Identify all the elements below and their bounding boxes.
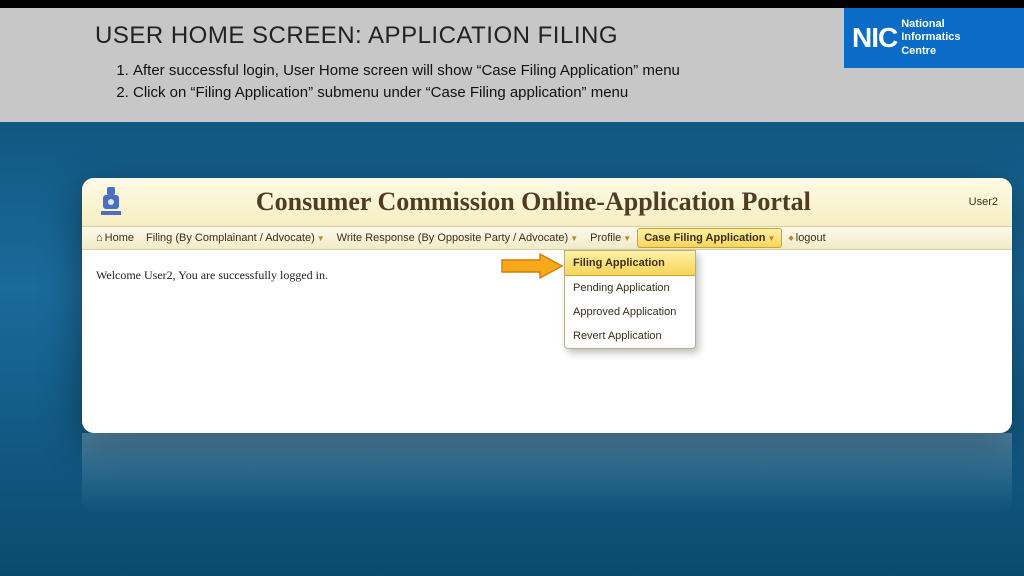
chevron-down-icon: ▼ bbox=[623, 234, 631, 243]
menu-filing-complainant-label: Filing (By Complainant / Advocate) bbox=[146, 232, 315, 244]
case-filing-dropdown: Filing Application Pending Application A… bbox=[564, 250, 696, 349]
menu-write-response[interactable]: Write Response (By Opposite Party / Advo… bbox=[331, 227, 584, 249]
nic-line1: National bbox=[901, 18, 960, 31]
menu-profile-label: Profile bbox=[590, 232, 621, 244]
window-reflection bbox=[82, 433, 1012, 513]
nic-line3: Centre bbox=[901, 45, 960, 58]
submenu-approved-application[interactable]: Approved Application bbox=[565, 300, 695, 324]
chevron-down-icon: ▼ bbox=[570, 234, 578, 243]
nic-logo: NIC National Informatics Centre bbox=[844, 8, 1024, 68]
portal-window: Consumer Commission Online-Application P… bbox=[82, 178, 1012, 433]
menu-filing-complainant[interactable]: Filing (By Complainant / Advocate) ▼ bbox=[140, 227, 331, 249]
menu-case-filing-application[interactable]: Case Filing Application ▼ bbox=[637, 228, 782, 248]
menu-profile[interactable]: Profile ▼ bbox=[584, 227, 637, 249]
menu-case-filing-label: Case Filing Application bbox=[644, 232, 765, 244]
portal-header: Consumer Commission Online-Application P… bbox=[82, 178, 1012, 226]
submenu-filing-application[interactable]: Filing Application bbox=[565, 251, 695, 276]
current-user-label: User2 bbox=[969, 196, 998, 208]
callout-arrow-icon bbox=[500, 252, 564, 285]
nic-abbrev: NIC bbox=[852, 22, 897, 54]
step-2: Click on “Filing Application” submenu un… bbox=[133, 82, 1024, 104]
chevron-down-icon: ▼ bbox=[767, 234, 775, 243]
menu-bar: ⌂ Home Filing (By Complainant / Advocate… bbox=[82, 226, 1012, 250]
menu-home[interactable]: ⌂ Home bbox=[90, 227, 140, 249]
home-icon: ⌂ bbox=[96, 232, 103, 244]
nic-line2: Informatics bbox=[901, 31, 960, 44]
chevron-down-icon: ▼ bbox=[317, 234, 325, 243]
menu-write-response-label: Write Response (By Opposite Party / Advo… bbox=[337, 232, 569, 244]
nic-fullname: National Informatics Centre bbox=[901, 18, 960, 58]
portal-title: Consumer Commission Online-Application P… bbox=[98, 187, 969, 217]
menu-home-label: Home bbox=[105, 232, 134, 244]
menu-logout[interactable]: ◆ logout bbox=[782, 227, 831, 249]
menu-logout-label: logout bbox=[796, 232, 826, 244]
submenu-pending-application[interactable]: Pending Application bbox=[565, 276, 695, 300]
slide-header: USER HOME SCREEN: APPLICATION FILING Aft… bbox=[0, 8, 1024, 122]
bullet-icon: ◆ bbox=[788, 234, 793, 242]
top-black-bar bbox=[0, 0, 1024, 8]
submenu-revert-application[interactable]: Revert Application bbox=[565, 324, 695, 348]
